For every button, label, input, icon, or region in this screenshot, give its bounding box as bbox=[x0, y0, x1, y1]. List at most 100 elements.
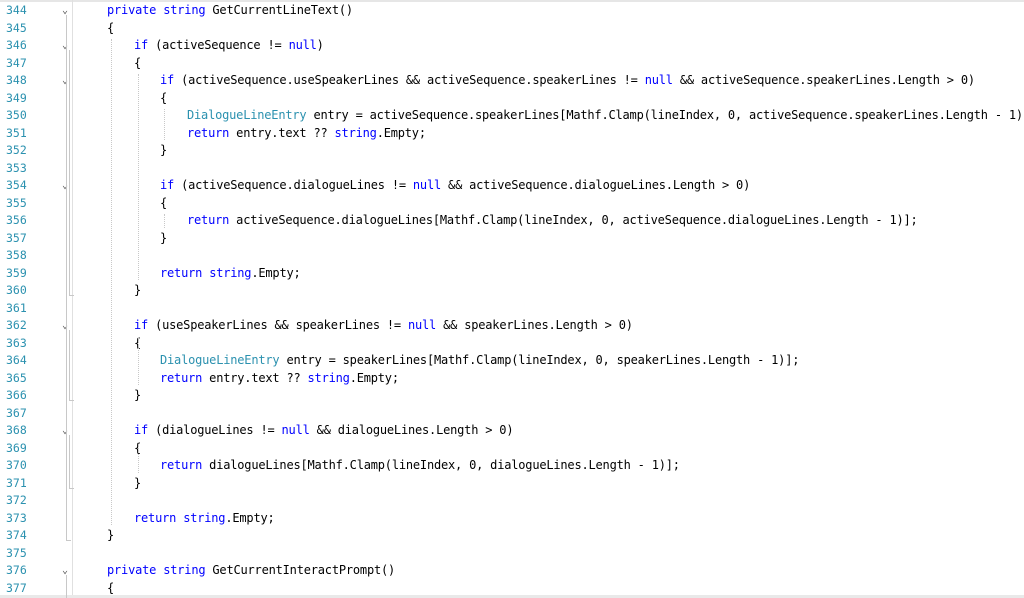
code-line[interactable]: 351 return entry.text ?? string.Empty; bbox=[0, 125, 1024, 143]
code-token: entry.text ?? bbox=[202, 370, 308, 385]
code-line[interactable]: 370 return dialogueLines[Mathf.Clamp(line… bbox=[0, 457, 1024, 475]
line-number: 359 bbox=[6, 265, 27, 280]
keyword-token: if bbox=[134, 423, 149, 437]
code-line[interactable]: 348⌄if (activeSequence.useSpeakerLines &… bbox=[0, 72, 1024, 90]
code-token: && activeSequence.dialogueLines.Length >… bbox=[441, 178, 751, 192]
code-line[interactable]: 350 DialogueLineEntry entry = activeSeque… bbox=[0, 107, 1024, 125]
code-text[interactable]: { bbox=[160, 90, 167, 108]
keyword-token: private bbox=[107, 3, 157, 17]
keyword-token: null bbox=[644, 73, 673, 87]
code-line[interactable]: 353 bbox=[0, 160, 1024, 178]
indent-guide bbox=[164, 214, 165, 228]
code-editor[interactable]: 344 ⌄ private string GetCurrentLineText() 3… bbox=[0, 0, 1024, 598]
keyword-token: if bbox=[160, 73, 175, 87]
line-number: 347 bbox=[6, 55, 27, 70]
code-text[interactable]: private string GetCurrentLineText() bbox=[107, 2, 353, 20]
code-text[interactable]: } bbox=[160, 142, 167, 160]
code-text[interactable]: } bbox=[134, 387, 141, 405]
code-line[interactable]: 376 ⌄ private string GetCurrentInteractPro… bbox=[0, 562, 1024, 580]
code-text[interactable]: DialogueLineEntry entry = speakerLines[M… bbox=[160, 352, 799, 370]
code-text[interactable]: return entry.text ?? string.Empty; bbox=[187, 125, 426, 143]
code-line[interactable]: 346⌄if (activeSequence != null) bbox=[0, 37, 1024, 55]
code-text[interactable]: if (useSpeakerLines && speakerLines != n… bbox=[134, 317, 633, 335]
code-text[interactable]: } bbox=[107, 527, 114, 545]
code-text[interactable]: { bbox=[134, 55, 141, 73]
code-line[interactable]: 358 bbox=[0, 247, 1024, 265]
code-text[interactable]: { bbox=[160, 195, 167, 213]
code-text[interactable]: DialogueLineEntry entry = activeSequence… bbox=[187, 107, 1024, 125]
code-token: (useSpeakerLines && speakerLines != bbox=[148, 318, 408, 332]
code-token: { bbox=[160, 90, 168, 105]
code-text[interactable]: if (activeSequence != null) bbox=[134, 37, 324, 55]
fold-outline-method bbox=[66, 15, 67, 541]
code-token: } bbox=[134, 475, 142, 490]
code-token: && dialogueLines.Length > 0) bbox=[309, 423, 514, 437]
keyword-token: null bbox=[281, 423, 310, 437]
keyword-token: return bbox=[160, 265, 203, 280]
code-line[interactable]: 355 { bbox=[0, 195, 1024, 213]
keyword-token: return bbox=[187, 125, 230, 140]
line-number: 348 bbox=[6, 73, 27, 87]
code-line[interactable]: 366} bbox=[0, 387, 1024, 405]
line-number: 354 bbox=[6, 178, 27, 192]
line-number: 369 bbox=[6, 440, 27, 455]
code-token: } bbox=[134, 283, 142, 297]
keyword-token: string bbox=[183, 510, 226, 525]
code-line[interactable]: 374} bbox=[0, 527, 1024, 545]
code-text[interactable]: if (activeSequence.dialogueLines != null… bbox=[160, 177, 750, 195]
code-line[interactable]: 367 bbox=[0, 405, 1024, 423]
code-token: entry = speakerLines[Mathf.Clamp(lineInd… bbox=[279, 353, 800, 367]
line-number: 370 bbox=[6, 458, 27, 472]
code-line[interactable]: 360} bbox=[0, 282, 1024, 300]
code-token: (activeSequence.useSpeakerLines && activ… bbox=[174, 73, 645, 87]
code-text[interactable]: return entry.text ?? string.Empty; bbox=[160, 370, 399, 388]
code-text[interactable]: return dialogueLines[Mathf.Clamp(lineInd… bbox=[160, 457, 680, 475]
indent-guide bbox=[138, 74, 139, 280]
code-token: GetCurrentInteractPrompt() bbox=[205, 563, 396, 577]
keyword-token: string bbox=[163, 3, 206, 17]
code-line[interactable]: 369{ bbox=[0, 440, 1024, 458]
code-line[interactable]: 364 DialogueLineEntry entry = speakerLine… bbox=[0, 352, 1024, 370]
code-line[interactable]: 349 { bbox=[0, 90, 1024, 108]
indent-guide bbox=[111, 39, 112, 525]
code-line[interactable]: 357} bbox=[0, 230, 1024, 248]
code-line[interactable]: 352} bbox=[0, 142, 1024, 160]
code-line[interactable]: 365 return entry.text ?? string.Empty; bbox=[0, 370, 1024, 388]
code-line[interactable]: 368⌄if (dialogueLines != null && dialogu… bbox=[0, 422, 1024, 440]
code-line[interactable]: 354⌄if (activeSequence.dialogueLines != … bbox=[0, 177, 1024, 195]
code-text[interactable]: if (dialogueLines != null && dialogueLin… bbox=[134, 422, 514, 440]
code-line[interactable]: 372 bbox=[0, 492, 1024, 510]
line-number: 361 bbox=[6, 300, 27, 315]
code-text[interactable]: } bbox=[134, 475, 141, 493]
code-line[interactable]: 345 { bbox=[0, 20, 1024, 38]
code-text[interactable]: } bbox=[134, 282, 141, 300]
code-token: (dialogueLines != bbox=[148, 423, 282, 437]
code-line[interactable]: 362⌄if (useSpeakerLines && speakerLines … bbox=[0, 317, 1024, 335]
code-text[interactable]: return activeSequence.dialogueLines[Math… bbox=[187, 212, 918, 230]
line-number: 360 bbox=[6, 283, 27, 297]
indent-guide bbox=[138, 441, 139, 473]
keyword-token: return bbox=[134, 510, 177, 525]
code-line[interactable]: 361 bbox=[0, 300, 1024, 318]
code-token: (activeSequence != bbox=[148, 38, 289, 52]
code-text[interactable]: return string.Empty; bbox=[134, 510, 275, 528]
code-line[interactable]: 347 { bbox=[0, 55, 1024, 73]
code-text[interactable]: if (activeSequence.useSpeakerLines && ac… bbox=[160, 72, 975, 90]
code-line[interactable]: 371} bbox=[0, 475, 1024, 493]
code-line[interactable]: 373 return string.Empty; bbox=[0, 510, 1024, 528]
code-text[interactable]: return string.Empty; bbox=[160, 265, 301, 283]
code-token: entry = activeSequence.speakerLines[Math… bbox=[306, 108, 1024, 122]
fold-outline-method bbox=[66, 575, 67, 598]
code-line[interactable]: 375 bbox=[0, 545, 1024, 563]
code-text[interactable]: private string GetCurrentInteractPrompt(… bbox=[107, 562, 395, 580]
code-token: entry.text ?? bbox=[229, 125, 335, 140]
code-text[interactable]: } bbox=[160, 230, 167, 248]
code-line[interactable]: 363{ bbox=[0, 335, 1024, 353]
code-line[interactable]: 344 ⌄ private string GetCurrentLineText() bbox=[0, 2, 1024, 20]
code-text[interactable]: { bbox=[107, 20, 114, 38]
code-token: (activeSequence.dialogueLines != bbox=[174, 178, 413, 192]
keyword-token: string bbox=[334, 125, 377, 140]
indent-guide bbox=[164, 109, 165, 140]
code-line[interactable]: 359 return string.Empty; bbox=[0, 265, 1024, 283]
code-line[interactable]: 356 return activeSequence.dialogueLines[M… bbox=[0, 212, 1024, 230]
